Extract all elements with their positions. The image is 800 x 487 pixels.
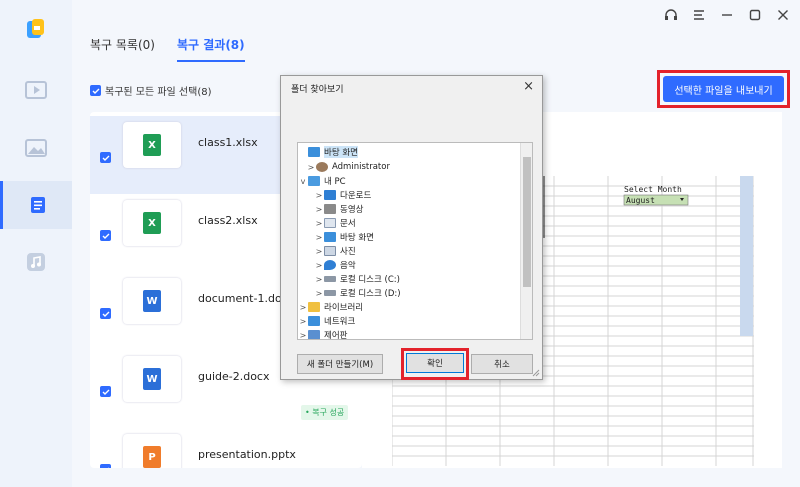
tree-item[interactable]: > Administrator: [306, 160, 390, 174]
browse-folder-dialog: 폴더 찾아보기 × 바탕 화면 > Administrator v내 PC > 다운…: [280, 75, 543, 380]
select-all-label: 복구된 모든 파일 선택(8): [105, 87, 212, 98]
tree-item[interactable]: > 동영상: [314, 202, 363, 216]
chevron-right-icon[interactable]: >: [298, 303, 308, 312]
file-checkbox[interactable]: [100, 230, 111, 241]
new-folder-button[interactable]: 새 폴더 만들기(M): [297, 354, 383, 374]
sidebar-item-video[interactable]: [0, 66, 72, 114]
tree-item[interactable]: > 라이브러리: [298, 300, 363, 314]
file-thumbnail: W: [123, 356, 181, 402]
window-controls: [662, 6, 792, 24]
powerpoint-icon: P: [143, 446, 161, 468]
tree-item[interactable]: > 다운로드: [314, 188, 371, 202]
file-name: class1.xlsx: [198, 136, 258, 149]
minimize-icon[interactable]: [718, 6, 736, 24]
excel-icon: X: [143, 212, 161, 234]
close-icon[interactable]: [774, 6, 792, 24]
document-icon: [30, 197, 45, 213]
month-value: August: [626, 196, 655, 205]
list-item[interactable]: P presentation.pptx: [90, 428, 362, 468]
maximize-icon[interactable]: [746, 6, 764, 24]
pictures-icon: [324, 246, 336, 256]
file-checkbox[interactable]: [100, 386, 111, 397]
status-badge: • 복구 성공: [301, 405, 349, 420]
photo-icon: [25, 139, 47, 157]
desktop-icon: [324, 232, 336, 242]
download-icon: [324, 190, 336, 200]
network-icon: [308, 316, 320, 326]
result-tabs: 복구 목록(0) 복구 결과(8): [90, 36, 245, 62]
sidebar-item-document[interactable]: [0, 181, 72, 229]
select-all-row[interactable]: 복구된 모든 파일 선택(8): [90, 83, 212, 98]
tree-item[interactable]: 바탕 화면: [298, 145, 358, 159]
tree-item[interactable]: > 바탕 화면: [314, 230, 374, 244]
chevron-right-icon[interactable]: >: [314, 261, 324, 270]
disk-drive-icon: [324, 276, 336, 282]
tree-item[interactable]: > 음악: [314, 258, 356, 272]
sidebar-item-photo[interactable]: [0, 124, 72, 172]
file-name: guide-2.docx: [198, 370, 270, 383]
export-selected-button[interactable]: 선택한 파일을 내보내기: [663, 76, 784, 102]
tree-item[interactable]: > 로컬 디스크 (C:): [314, 272, 400, 286]
excel-icon: X: [143, 134, 161, 156]
ok-button[interactable]: 확인: [406, 353, 464, 373]
tree-item[interactable]: > 문서: [314, 216, 356, 230]
chevron-right-icon[interactable]: >: [314, 191, 324, 200]
chevron-right-icon[interactable]: >: [314, 247, 324, 256]
file-checkbox[interactable]: [100, 464, 111, 468]
chevron-right-icon[interactable]: >: [314, 289, 324, 298]
cancel-button[interactable]: 취소: [471, 354, 533, 374]
sidebar: [0, 0, 72, 487]
file-checkbox[interactable]: [100, 152, 111, 163]
tab-recovery-results[interactable]: 복구 결과(8): [176, 36, 245, 62]
tree-scrollbar[interactable]: [520, 143, 532, 339]
tree-item[interactable]: > 사진: [314, 244, 356, 258]
scrollbar-thumb[interactable]: [523, 157, 531, 287]
desktop-icon: [308, 147, 320, 157]
video-icon: [25, 81, 47, 99]
chevron-right-icon[interactable]: >: [298, 331, 308, 340]
library-icon: [308, 302, 320, 312]
file-checkbox[interactable]: [100, 308, 111, 319]
select-all-checkbox[interactable]: [90, 85, 101, 96]
chevron-right-icon[interactable]: >: [314, 275, 324, 284]
sidebar-item-audio[interactable]: [0, 238, 72, 286]
word-icon: W: [143, 368, 161, 390]
file-name: class2.xlsx: [198, 214, 258, 227]
file-name: presentation.pptx: [198, 448, 296, 461]
tree-item[interactable]: > 로컬 디스크 (D:): [314, 286, 401, 300]
chevron-right-icon[interactable]: >: [314, 233, 324, 242]
word-icon: W: [143, 290, 161, 312]
tree-item[interactable]: v내 PC: [298, 174, 346, 188]
disk-drive-icon: [324, 290, 336, 296]
video-folder-icon: [324, 204, 336, 214]
dialog-title: 폴더 찾아보기: [291, 85, 344, 95]
music-icon: [27, 253, 45, 271]
dialog-close-button[interactable]: ×: [523, 79, 534, 94]
tree-item[interactable]: > 제어판: [298, 328, 347, 340]
chevron-down-icon[interactable]: v: [298, 177, 308, 186]
documents-icon: [324, 218, 336, 228]
resize-grip-icon[interactable]: [532, 369, 540, 377]
music-note-icon: [324, 260, 336, 270]
pc-icon: [308, 176, 320, 186]
select-month-label: Select Month: [624, 185, 682, 194]
user-icon: [316, 162, 328, 172]
file-thumbnail: X: [123, 200, 181, 246]
tree-item[interactable]: > 네트워크: [298, 314, 355, 328]
chevron-right-icon[interactable]: >: [314, 205, 324, 214]
control-panel-icon: [308, 330, 320, 339]
menu-icon[interactable]: [690, 6, 708, 24]
file-thumbnail: X: [123, 122, 181, 168]
chevron-right-icon[interactable]: >: [314, 219, 324, 228]
folder-tree: 바탕 화면 > Administrator v내 PC > 다운로드 > 동영상 > 문…: [297, 142, 533, 340]
export-highlight-box: 선택한 파일을 내보내기: [657, 70, 790, 108]
file-thumbnail: W: [123, 278, 181, 324]
chevron-right-icon[interactable]: >: [298, 317, 308, 326]
support-headset-icon[interactable]: [662, 6, 680, 24]
app-logo-icon: [26, 18, 46, 40]
chevron-right-icon[interactable]: >: [306, 163, 316, 172]
file-thumbnail: P: [123, 434, 181, 468]
tab-recovery-list[interactable]: 복구 목록(0): [90, 36, 155, 62]
